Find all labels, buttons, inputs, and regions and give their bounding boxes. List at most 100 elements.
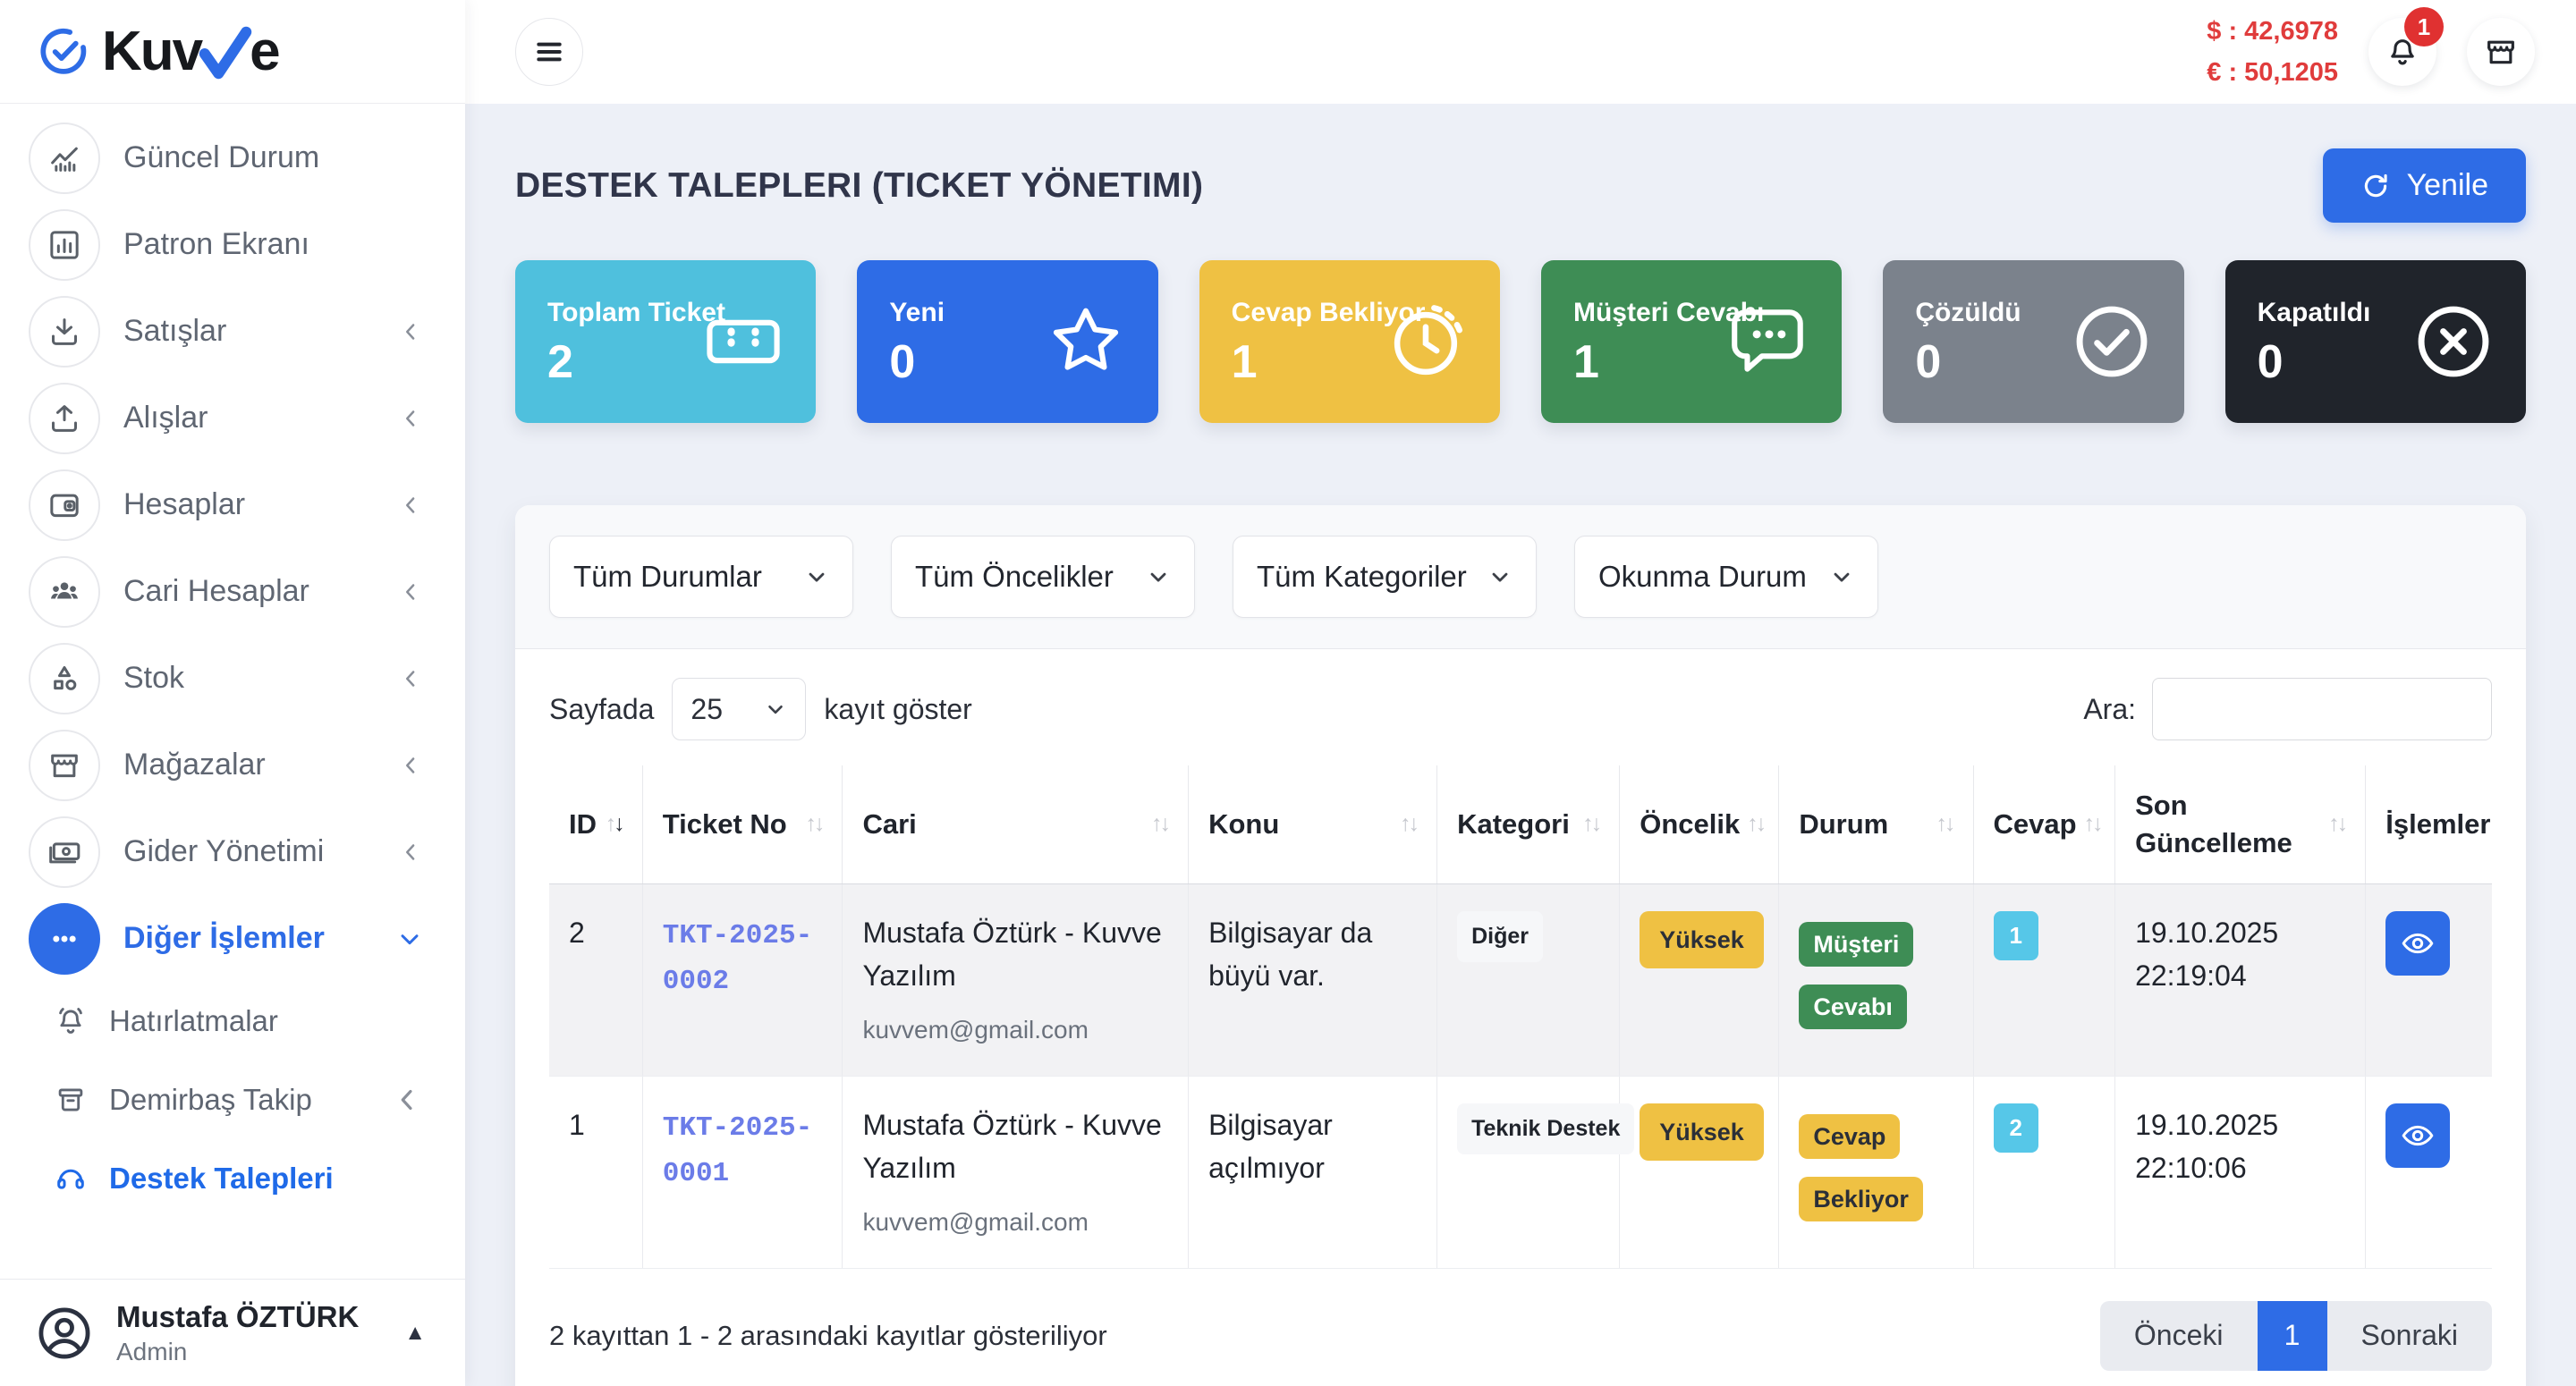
ticket-link[interactable]: TKT-2025-0002 (663, 920, 812, 998)
search-control: Ara: (2083, 678, 2492, 740)
filter-bar: Tüm Durumlar Tüm Öncelikler Tüm Kategori… (515, 505, 2526, 649)
pagination-next[interactable]: Sonraki (2327, 1301, 2493, 1371)
chevron-down-icon (1146, 564, 1171, 589)
cell-cevap: 1 (1973, 883, 2115, 1076)
chevron-left-icon (397, 665, 424, 692)
chevron-left-icon (397, 839, 424, 866)
table-header-row: ID↑↓ Ticket No↑↓ Cari↑↓ Konu↑↓ Kategori↑… (549, 765, 2492, 883)
download-icon (29, 296, 100, 368)
sort-icon: ↑↓ (1582, 809, 1599, 840)
brand-name-part2: e (250, 24, 278, 80)
filter-category-value: Tüm Kategoriler (1257, 560, 1467, 594)
column-header-cari[interactable]: Cari↑↓ (843, 765, 1189, 883)
filter-read-status-select[interactable]: Okunma Durum (1574, 536, 1878, 618)
filter-status-value: Tüm Durumlar (573, 560, 762, 594)
search-input[interactable] (2152, 678, 2492, 740)
sidebar-item-stok[interactable]: Stok (0, 635, 465, 722)
sidebar-item-alislar[interactable]: Alışlar (0, 375, 465, 461)
sidebar-item-satislar[interactable]: Satışlar (0, 288, 465, 375)
page-length-control: Sayfada 25 kayıt göster (549, 678, 972, 740)
reply-count-badge: 2 (1994, 1103, 2038, 1153)
length-suffix-label: kayıt göster (824, 693, 971, 726)
ticket-link[interactable]: TKT-2025-0001 (663, 1112, 812, 1190)
cari-name: Mustafa Öztürk - Kuvve Yazılım (862, 917, 1161, 992)
cell-ticket-no: TKT-2025-0002 (642, 883, 843, 1076)
sort-icon: ↑↓ (2084, 809, 2101, 840)
column-header-cevap[interactable]: Cevap↑↓ (1973, 765, 2115, 883)
clock-icon (1384, 298, 1471, 385)
main-area: $ : 42,6978 € : 50,1205 1 DESTEK TALEPLE… (465, 0, 2576, 1386)
hamburger-icon (531, 34, 567, 70)
star-icon (1042, 298, 1130, 385)
menu-toggle-button[interactable] (515, 18, 583, 86)
cell-kategori: Diğer (1437, 883, 1620, 1076)
headset-icon (54, 1162, 88, 1196)
page-length-select[interactable]: 25 (672, 678, 806, 740)
notification-badge: 1 (2404, 7, 2444, 46)
column-header-kategori[interactable]: Kategori↑↓ (1437, 765, 1620, 883)
chevron-left-icon (397, 405, 424, 432)
sidebar-item-label: Satışlar (123, 314, 226, 349)
notifications-button[interactable]: 1 (2368, 18, 2436, 86)
sidebar-subitem-demirbas-takip[interactable]: Demirbaş Takip (0, 1061, 465, 1139)
banknote-icon (29, 816, 100, 888)
sidebar: Kuv e Güncel Durum Patron Ekranı Satışla… (0, 0, 465, 1386)
column-header-konu[interactable]: Konu↑↓ (1189, 765, 1437, 883)
category-badge: Teknik Destek (1457, 1103, 1634, 1155)
sidebar-item-cari-hesaplar[interactable]: Cari Hesaplar (0, 548, 465, 635)
view-ticket-button[interactable] (2385, 1103, 2450, 1168)
storefront-icon (29, 730, 100, 801)
search-label: Ara: (2083, 693, 2136, 726)
sidebar-item-guncel-durum[interactable]: Güncel Durum (0, 114, 465, 201)
currency-rates: $ : 42,6978 € : 50,1205 (2207, 11, 2338, 94)
sidebar-item-label: Hesaplar (123, 487, 245, 522)
filter-status-select[interactable]: Tüm Durumlar (549, 536, 853, 618)
filter-read-status-value: Okunma Durum (1598, 560, 1807, 594)
page-length-value: 25 (691, 693, 723, 726)
refresh-button[interactable]: Yenile (2323, 148, 2526, 223)
table-footer: 2 kayıttan 1 - 2 arasındaki kayıtlar gös… (515, 1269, 2526, 1386)
brand-name-part1: Kuv (102, 24, 201, 80)
column-header-son-guncelleme[interactable]: Son Güncelleme↑↓ (2115, 765, 2366, 883)
column-header-ticket-no[interactable]: Ticket No↑↓ (642, 765, 843, 883)
cell-oncelik: Yüksek (1620, 883, 1779, 1076)
sidebar-item-label: Diğer İşlemler (123, 921, 325, 956)
cell-islemler (2366, 883, 2492, 1076)
filter-category-select[interactable]: Tüm Kategoriler (1233, 536, 1537, 618)
sidebar-subitem-hatirlatmalar[interactable]: Hatırlatmalar (0, 982, 465, 1061)
user-menu[interactable]: Mustafa ÖZTÜRK Admin ▲ (0, 1279, 465, 1386)
pagination-page-1[interactable]: 1 (2258, 1301, 2327, 1371)
sidebar-subitem-label: Demirbaş Takip (109, 1083, 312, 1117)
store-button[interactable] (2467, 18, 2535, 86)
table-wrap: Sayfada 25 kayıt göster Ara: (515, 649, 2526, 1269)
sidebar-item-patron-ekrani[interactable]: Patron Ekranı (0, 201, 465, 288)
shapes-icon (29, 643, 100, 714)
view-ticket-button[interactable] (2385, 911, 2450, 976)
priority-badge: Yüksek (1640, 1103, 1764, 1162)
cell-kategori: Teknik Destek (1437, 1076, 1620, 1268)
chevron-left-icon (390, 1083, 424, 1117)
user-info: Mustafa ÖZTÜRK Admin (116, 1300, 359, 1366)
cell-konu: Bilgisayar açılmıyor (1189, 1076, 1437, 1268)
sort-icon: ↑↓ (606, 809, 623, 840)
cari-email: kuvvem@gmail.com (862, 1011, 1168, 1049)
sidebar-item-diger-islemler[interactable]: Diğer İşlemler (0, 895, 465, 982)
sidebar-item-label: Cari Hesaplar (123, 574, 309, 609)
cell-durum: Cevap Bekliyor (1779, 1076, 1973, 1268)
column-header-id[interactable]: ID↑↓ (549, 765, 642, 883)
user-avatar-icon (34, 1303, 95, 1364)
sidebar-item-magazalar[interactable]: Mağazalar (0, 722, 465, 808)
filter-priority-select[interactable]: Tüm Öncelikler (891, 536, 1195, 618)
column-header-oncelik[interactable]: Öncelik↑↓ (1620, 765, 1779, 883)
sort-icon: ↑↓ (805, 809, 822, 840)
cell-id: 2 (549, 883, 642, 1076)
pagination-previous[interactable]: Önceki (2100, 1301, 2258, 1371)
brand-logo[interactable]: Kuv e (0, 0, 465, 104)
sidebar-subitem-destek-talepleri[interactable]: Destek Talepleri (0, 1139, 465, 1218)
user-role: Admin (116, 1338, 359, 1366)
title-row: DESTEK TALEPLERI (TICKET YÖNETIMI) Yenil… (515, 148, 2526, 223)
column-header-durum[interactable]: Durum↑↓ (1779, 765, 1973, 883)
sidebar-item-gider-yonetimi[interactable]: Gider Yönetimi (0, 808, 465, 895)
sidebar-item-hesaplar[interactable]: Hesaplar (0, 461, 465, 548)
sort-icon: ↑↓ (1400, 809, 1417, 840)
